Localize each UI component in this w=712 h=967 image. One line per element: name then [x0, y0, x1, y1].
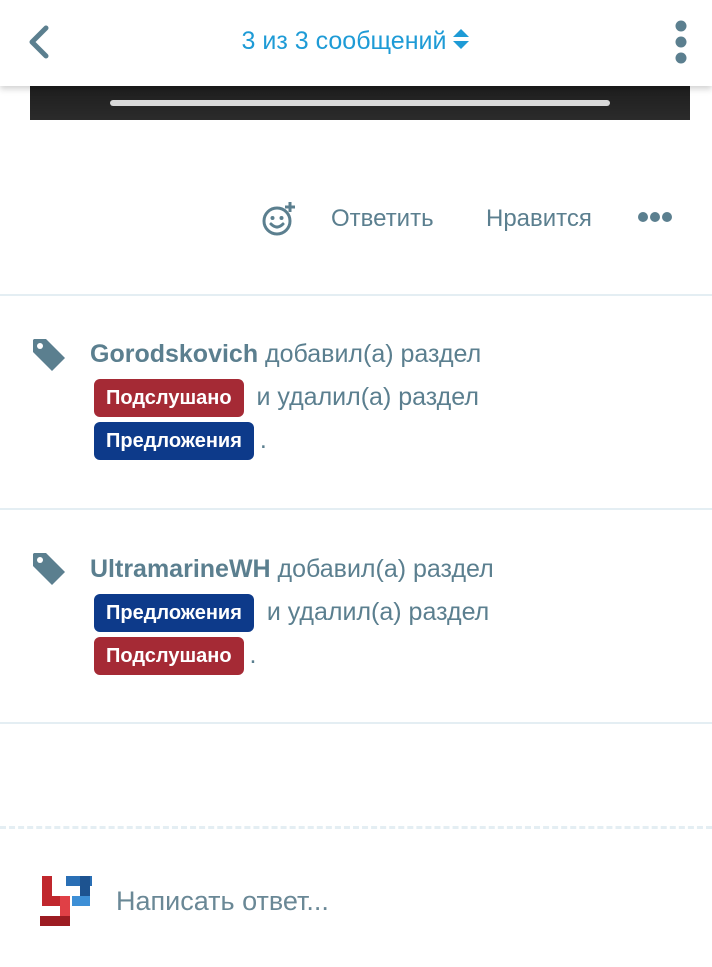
post-actions: Ответить Нравится: [0, 198, 712, 242]
event-text: Gorodskovich добавил(а) раздел Подслушан…: [90, 333, 670, 462]
event-end: .: [249, 641, 257, 669]
like-button[interactable]: Нравится: [486, 204, 592, 234]
horizontal-dots-icon: [638, 212, 672, 222]
avatar: [40, 876, 92, 926]
divider: [0, 722, 712, 724]
sort-arrows-icon: [453, 29, 470, 49]
tag-icon: [33, 553, 65, 585]
top-bar: 3 из 3 сообщений: [0, 0, 712, 86]
event-action-text: и удалил(а) раздел: [256, 383, 479, 411]
event-end: .: [259, 426, 267, 454]
event-action-text: добавил(а) раздел: [277, 555, 494, 583]
vertical-dots-icon: [675, 20, 687, 64]
reply-input[interactable]: Написать ответ...: [116, 884, 329, 918]
section-badge-removed[interactable]: Подслушано: [94, 637, 244, 676]
page-title: 3 из 3 сообщений: [241, 27, 447, 55]
more-actions-button[interactable]: [637, 210, 673, 224]
message-counter-selector[interactable]: 3 из 3 сообщений: [0, 24, 712, 58]
event-text: UltramarineWH добавил(а) раздел Предложе…: [90, 548, 670, 677]
add-reaction-button[interactable]: [260, 200, 298, 238]
event-action-text: и удалил(а) раздел: [266, 598, 490, 626]
tag-icon: [33, 339, 65, 371]
reply-button[interactable]: Ответить: [331, 204, 434, 234]
event-action-text: добавил(а) раздел: [265, 340, 482, 368]
reply-composer: Написать ответ...: [0, 858, 712, 948]
image-highlight-bar: [110, 100, 610, 106]
add-reaction-icon: [262, 202, 295, 236]
dashed-separator: [0, 826, 712, 829]
menu-button[interactable]: [668, 18, 694, 66]
user-name[interactable]: Gorodskovich: [90, 340, 258, 368]
section-badge-removed[interactable]: Предложения: [94, 422, 254, 461]
list-item: UltramarineWH добавил(а) раздел Предложе…: [0, 510, 712, 722]
section-badge-added[interactable]: Предложения: [94, 594, 254, 633]
user-name[interactable]: UltramarineWH: [90, 555, 271, 583]
list-item: Gorodskovich добавил(а) раздел Подслушан…: [0, 296, 712, 508]
section-badge-added[interactable]: Подслушано: [94, 379, 244, 418]
